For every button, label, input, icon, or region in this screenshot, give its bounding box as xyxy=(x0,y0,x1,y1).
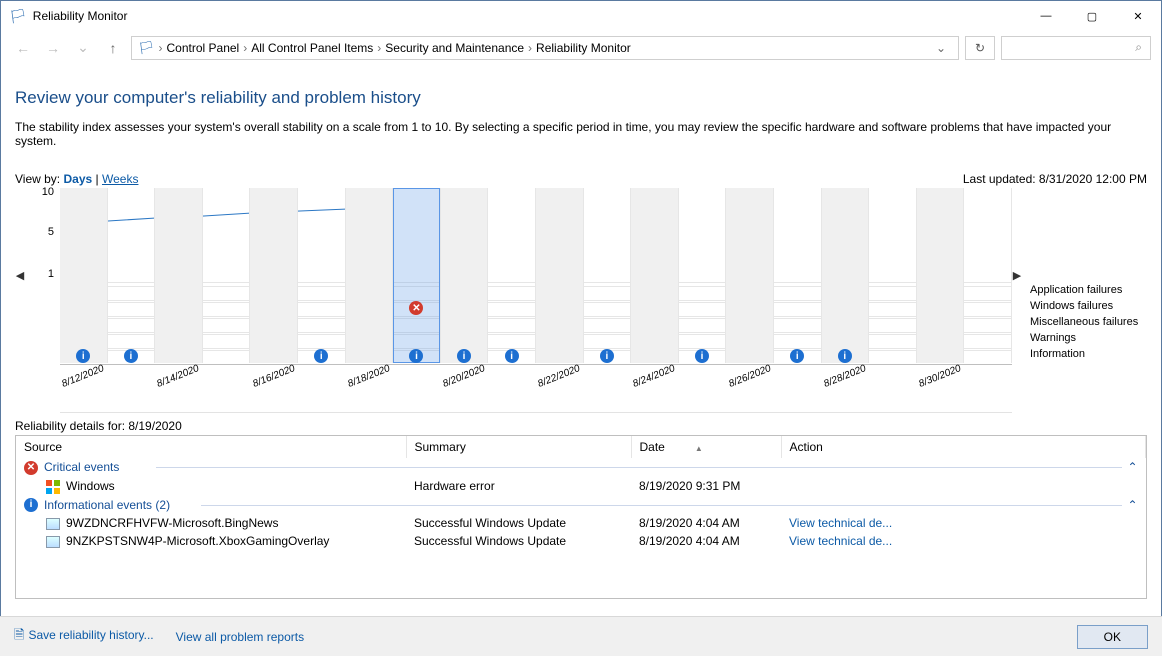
info-icon: i xyxy=(695,349,709,363)
table-header[interactable]: Source Summary Date▲ Action xyxy=(16,436,1146,458)
breadcrumb-2[interactable]: Security and Maintenance xyxy=(385,41,524,55)
info-icon: i xyxy=(314,349,328,363)
group-critical-events[interactable]: ✕Critical events⌃ xyxy=(16,458,1146,477)
error-icon: ✕ xyxy=(24,461,38,475)
recent-locations-button[interactable]: ⌄ xyxy=(71,36,95,60)
footer-bar: 🗎Save reliability history... View all pr… xyxy=(0,616,1162,656)
view-technical-details-link[interactable]: View technical de... xyxy=(789,534,892,548)
info-icon: i xyxy=(24,498,38,512)
app-icon xyxy=(46,518,60,530)
group-informational-events[interactable]: iInformational events (2)⌃ xyxy=(16,496,1146,515)
viewby-days[interactable]: Days xyxy=(63,172,92,186)
maximize-button[interactable]: ▢ xyxy=(1069,1,1115,31)
details-table: Source Summary Date▲ Action ✕Critical ev… xyxy=(15,435,1147,599)
collapse-icon[interactable]: ⌃ xyxy=(1127,460,1137,474)
search-input[interactable]: ⌕ xyxy=(1001,36,1151,60)
info-icon: i xyxy=(457,349,471,363)
minimize-button[interactable]: — xyxy=(1023,1,1069,31)
sort-asc-icon: ▲ xyxy=(695,444,703,453)
chart-prev-button[interactable]: ◀ xyxy=(15,188,25,363)
breadcrumb-1[interactable]: All Control Panel Items xyxy=(251,41,373,55)
selected-day xyxy=(393,188,440,363)
title-bar: 🏳 Reliability Monitor — ▢ ✕ xyxy=(1,1,1161,31)
col-source: Source xyxy=(16,436,406,458)
search-icon: ⌕ xyxy=(1135,40,1142,55)
info-icon: i xyxy=(76,349,90,363)
ok-button[interactable]: OK xyxy=(1077,625,1148,649)
description-text: The stability index assesses your system… xyxy=(15,120,1147,148)
table-row[interactable]: 9NZKPSTSNW4P-Microsoft.XboxGamingOverlay… xyxy=(16,532,1146,550)
nav-bar: ← → ⌄ ↑ 🏳 › Control Panel › All Control … xyxy=(1,31,1161,64)
y-axis: 10 5 1 xyxy=(25,188,60,413)
app-flag-icon: 🏳 xyxy=(9,8,27,25)
view-technical-details-link[interactable]: View technical de... xyxy=(789,516,892,530)
app-icon xyxy=(46,536,60,548)
last-updated-text: Last updated: 8/31/2020 12:00 PM xyxy=(963,172,1147,186)
info-icon: i xyxy=(124,349,138,363)
address-chevron-down-icon[interactable]: ⌄ xyxy=(936,41,952,55)
info-icon: i xyxy=(790,349,804,363)
viewby-label: View by: xyxy=(15,172,60,186)
page-title: Review your computer's reliability and p… xyxy=(15,88,1147,108)
table-row[interactable]: 9WZDNCRFHVFW-Microsoft.BingNews Successf… xyxy=(16,514,1146,532)
view-all-reports-link[interactable]: View all problem reports xyxy=(176,630,305,644)
window-title: Reliability Monitor xyxy=(33,9,128,23)
close-button[interactable]: ✕ xyxy=(1115,1,1161,31)
details-for-label: Reliability details for: 8/19/2020 xyxy=(15,419,1147,433)
col-summary: Summary xyxy=(406,436,631,458)
chart-body[interactable]: i8/12/2020 i 8/14/2020 8/16/2020 i 8/18/… xyxy=(60,188,1012,413)
breadcrumb-0[interactable]: Control Panel xyxy=(167,41,240,55)
error-icon: ✕ xyxy=(409,301,423,315)
event-row-labels: Application failures Windows failures Mi… xyxy=(1022,188,1147,413)
breadcrumb-3[interactable]: Reliability Monitor xyxy=(536,41,631,55)
save-history-link[interactable]: 🗎Save reliability history... xyxy=(14,626,154,648)
table-row[interactable]: Windows Hardware error 8/19/2020 9:31 PM xyxy=(16,477,1146,496)
reliability-chart[interactable]: ◀ 10 5 1 i8/12/2020 i 8/14/2020 8/16/202… xyxy=(15,188,1147,413)
forward-button[interactable]: → xyxy=(41,36,65,60)
col-date: Date▲ xyxy=(631,436,781,458)
col-action: Action xyxy=(781,436,1146,458)
info-icon: i xyxy=(838,349,852,363)
save-icon: 🗎 xyxy=(14,627,24,642)
address-flag-icon: 🏳 xyxy=(138,40,155,56)
info-icon: i xyxy=(600,349,614,363)
back-button[interactable]: ← xyxy=(11,36,35,60)
refresh-button[interactable]: ↻ xyxy=(965,36,995,60)
info-icon: i xyxy=(409,349,423,363)
collapse-icon[interactable]: ⌃ xyxy=(1127,498,1137,512)
chart-next-button[interactable]: ▶ xyxy=(1012,188,1022,363)
info-icon: i xyxy=(505,349,519,363)
viewby-weeks[interactable]: Weeks xyxy=(102,172,138,186)
address-bar[interactable]: 🏳 › Control Panel › All Control Panel It… xyxy=(131,36,959,60)
windows-icon xyxy=(46,480,60,494)
up-button[interactable]: ↑ xyxy=(101,36,125,60)
